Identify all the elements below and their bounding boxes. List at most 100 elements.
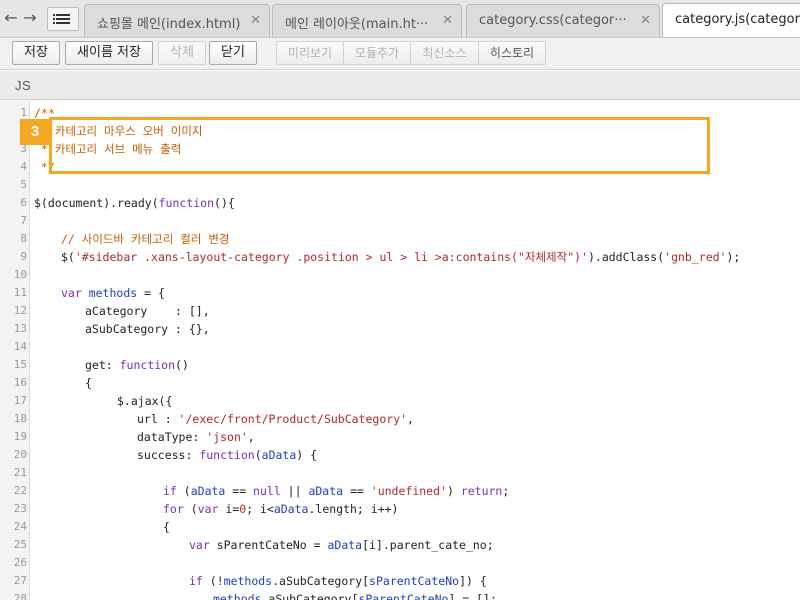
code-text: $.ajax({ [117,392,172,410]
line-number: 7 [20,214,27,227]
list-menu-icon[interactable] [47,7,79,31]
code-token: $( [61,250,75,264]
code-text: var sParentCateNo = aData[i].parent_cate… [189,536,494,554]
code-line[interactable]: 10 [0,266,800,284]
code-token: '#sidebar .xans-layout-category .positio… [74,250,588,264]
code-token: sParentCateNo [369,574,460,588]
code-token: */ [34,160,55,174]
history-button[interactable]: 히스토리 [479,42,545,64]
code-token: aCategory : [], [85,304,210,318]
code-token: ( [254,448,262,462]
code-line[interactable]: 3 * 카테고리 서브 메뉴 출력 [0,140,800,158]
code-token: for [163,502,184,516]
save-as-button[interactable]: 새이름 저장 [65,41,153,65]
code-line[interactable]: 12 aCategory : [], [0,302,800,320]
code-line[interactable]: 17 $.ajax({ [0,392,800,410]
code-line[interactable]: 19 dataType: 'json', [0,428,800,446]
add-module-button[interactable]: 모듈추가 [344,42,411,64]
code-token: aSubCategory : {}, [85,322,210,336]
code-line[interactable]: 7 [0,212,800,230]
code-token: success: [137,448,200,462]
back-arrow-icon[interactable]: ← [1,9,21,27]
code-line[interactable]: 24 { [0,518,800,536]
code-token: .length; i++) [308,502,399,516]
line-number: 8 [20,232,27,245]
code-token: ; i< [246,502,274,516]
code-token: * 카테고리 마우스 오버 이미지 [34,124,203,138]
save-button[interactable]: 저장 [12,41,60,65]
code-text: * 카테고리 서브 메뉴 출력 [34,140,181,158]
code-text: $('#sidebar .xans-layout-category .posit… [61,248,740,266]
code-line[interactable]: 11 var methods = { [0,284,800,302]
code-text: aSubCategory : {}, [85,320,210,338]
code-text: dataType: 'json', [137,428,255,446]
code-line[interactable]: 15 get: function() [0,356,800,374]
tool-button-group: 미리보기 모듈추가 최신소스 히스토리 [276,41,546,65]
code-text: get: function() [85,356,189,374]
code-text: var methods = { [61,284,165,302]
close-icon[interactable]: ✕ [640,13,651,28]
tab-category-js[interactable]: category.js(category.js [662,3,800,37]
line-number: 22 [13,484,27,497]
code-token: methods [223,574,273,588]
code-token: , [407,412,414,426]
code-token: .aSubCategory[ [261,592,359,600]
code-line[interactable]: 20 success: function(aData) { [0,446,800,464]
code-token: ] = []; [448,592,497,600]
delete-button[interactable]: 삭제 [158,41,206,65]
code-line[interactable]: 9 $('#sidebar .xans-layout-category .posi… [0,248,800,266]
code-line[interactable]: 6 $(document).ready(function(){ [0,194,800,212]
code-token: ( [183,502,198,516]
close-icon[interactable]: ✕ [442,13,453,28]
tab-label: category.css(categor··· [479,13,627,28]
preview-button[interactable]: 미리보기 [277,42,344,64]
tab-label: 쇼핑몰 메인(index.html) [97,17,241,32]
code-token: get: [85,358,120,372]
code-line[interactable]: 13 aSubCategory : {}, [0,320,800,338]
line-number: 25 [13,538,27,551]
code-token: function [119,358,176,372]
code-token: || [280,484,309,498]
section-label: JS [15,78,32,93]
code-line[interactable]: 8 // 사이드바 카테고리 컬러 변경 [0,230,800,248]
line-number: 27 [13,574,27,587]
code-line[interactable]: 16 { [0,374,800,392]
line-number: 6 [20,196,27,209]
tab-main-layout[interactable]: 메인 레이아웃(main.ht··· ✕ [272,4,462,37]
tab-category-css[interactable]: category.css(categor··· ✕ [466,4,660,37]
code-editor[interactable]: 1/**2 * 카테고리 마우스 오버 이미지3 * 카테고리 서브 메뉴 출력… [0,101,800,600]
code-token: return [460,484,503,498]
code-text: for (var i=0; i<aData.length; i++) [163,500,398,518]
code-text: * 카테고리 마우스 오버 이미지 [34,122,203,140]
code-line[interactable]: 14 [0,338,800,356]
code-line[interactable]: 27 if (!methods.aSubCategory[sParentCateN… [0,572,800,590]
tab-bar: ← → 쇼핑몰 메인(index.html) ✕ 메인 레이아웃(main.ht… [0,0,800,38]
code-line[interactable]: 18 url : '/exec/front/Product/SubCategory… [0,410,800,428]
code-token: function [199,448,255,462]
forward-arrow-icon[interactable]: → [20,9,40,27]
latest-source-button[interactable]: 최신소스 [411,42,479,64]
code-line[interactable]: 22 if (aData == null || aData == 'undefin… [0,482,800,500]
code-text: // 사이드바 카테고리 컬러 변경 [61,230,230,248]
code-line[interactable]: 2 * 카테고리 마우스 오버 이미지 [0,122,800,140]
code-line[interactable]: 23 for (var i=0; i<aData.length; i++) [0,500,800,518]
code-token: ); [726,250,741,264]
close-button[interactable]: 닫기 [209,41,257,65]
code-token: url : [137,412,179,426]
code-line[interactable]: 1/** [0,104,800,122]
tab-index-html[interactable]: 쇼핑몰 메인(index.html) ✕ [84,4,270,37]
code-token: aData [308,484,344,498]
code-token: var [61,286,82,300]
line-number: 23 [13,502,27,515]
code-line[interactable]: 21 [0,464,800,482]
code-line[interactable]: 4 */ [0,158,800,176]
code-line[interactable]: 28 methods.aSubCategory[sParentCateNo] = … [0,590,800,600]
code-text: methods.aSubCategory[sParentCateNo] = []… [213,590,497,600]
code-line[interactable]: 5 [0,176,800,194]
code-line[interactable]: 26 [0,554,800,572]
close-icon[interactable]: ✕ [250,13,261,28]
code-token: /** [34,106,55,120]
line-number: 18 [13,412,27,425]
code-line[interactable]: 25 var sParentCateNo = aData[i].parent_ca… [0,536,800,554]
code-token: function [158,196,215,210]
